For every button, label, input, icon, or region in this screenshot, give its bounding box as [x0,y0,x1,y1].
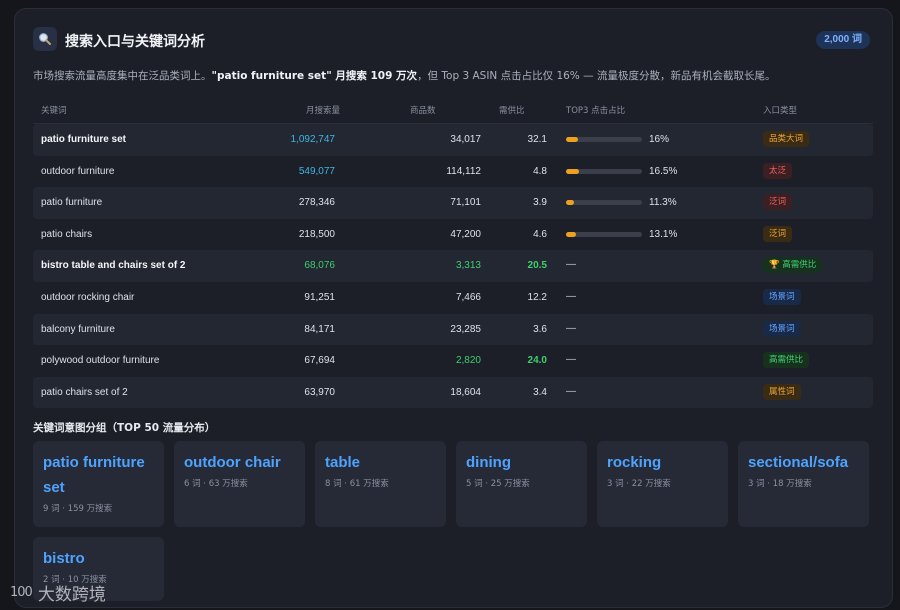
entry-type-tag: 高需供比 [763,352,810,369]
summary-part-1: 市场搜索流量高度集中在泛品类词上。 [33,70,212,82]
keyword-count-badge: 2,000 词 [816,31,870,49]
demand-supply-ratio-cell: 24.0 [527,355,547,367]
watermark-logo-icon: 100 [10,585,33,600]
summary-highlight: "patio furniture set" 月搜索 109 万次 [211,70,418,82]
intent-group-meta: 8 词 · 61 万搜索 [325,479,389,489]
top3-share-empty: — [566,322,576,334]
top3-share-bar-fill [566,200,575,206]
entry-type-tag: 太泛 [763,162,793,179]
demand-supply-ratio-cell: 3.6 [533,323,547,335]
top3-share-bar [566,231,642,237]
demand-supply-ratio-cell: 12.2 [527,291,547,303]
entry-type-tag: 泛词 [763,225,793,242]
watermark-text: 大数跨境 [37,585,106,605]
demand-supply-ratio-cell: 4.6 [533,228,547,240]
intent-group-name: sectional/sofa [748,454,849,471]
entry-type-tag: 场景词 [763,320,801,337]
top3-share-bar [566,200,642,206]
table-body: patio furniture set 1,092,747 34,017 32.1 16… [33,124,873,409]
table-row[interactable]: balcony furniture 84,171 23,285 3.6— 场景词 [33,313,873,346]
top3-share-bar-fill [566,231,576,237]
table-row[interactable]: outdoor furniture 549,077 114,112 4.8 16.5% 太… [33,156,873,188]
table-header: 关键词 月搜索量 商品数 需供比 TOP3 点击占比 入口类型 [33,99,873,124]
col-entry-type[interactable]: 入口类型 [763,104,797,116]
table-row[interactable]: polywood outdoor furniture 67,694 2,820 24.… [33,345,873,377]
magnifier-icon [33,27,57,51]
intent-group-name: bistro [43,550,85,567]
card-header: 搜索入口与关键词分析 2,000 词 [33,27,870,55]
top3-share-bar-fill [566,137,579,142]
intent-group-name: dining [466,454,511,471]
entry-type-tag: 🏆 高需供比 [763,257,823,274]
top3-share-empty: — [566,290,576,302]
col-volume[interactable]: 月搜索量 [306,104,340,116]
top3-share-empty: — [566,259,576,271]
summary-text: 市场搜索流量高度集中在泛品类词上。"patio furniture set" 月… [33,68,872,83]
table-row[interactable]: patio furniture set 1,092,747 34,017 32.1 16… [33,124,873,156]
watermark: 100 大数跨境 [10,580,106,605]
groups-section-title: 关键词意图分组（TOP 50 流量分布） [33,422,216,434]
intent-group-card[interactable]: rocking 3 词 · 22 万搜索 [597,441,728,527]
col-keyword[interactable]: 关键词 [41,104,67,116]
col-top3[interactable]: TOP3 点击占比 [566,104,625,116]
card-title: 搜索入口与关键词分析 [65,34,205,50]
top3-share-label: 16.5% [649,165,678,177]
top3-share-bar-fill [566,168,579,174]
demand-supply-ratio-cell: 3.9 [533,197,547,209]
col-ratio[interactable]: 需供比 [499,104,525,116]
table-row[interactable]: patio chairs set of 2 63,970 18,604 3.4— 属性词 [33,376,873,409]
demand-supply-ratio-cell: 32.1 [527,134,547,145]
intent-group-meta: 3 词 · 22 万搜索 [607,479,671,489]
intent-group-card[interactable]: patio furniture set 9 词 · 159 万搜索 [33,441,164,527]
top3-share-bar [566,168,642,174]
intent-group-card[interactable]: table 8 词 · 61 万搜索 [315,441,446,527]
demand-supply-ratio-cell: 4.8 [533,165,547,177]
entry-type-tag: 泛词 [763,194,793,211]
entry-type-tag: 品类大词 [763,131,810,147]
intent-group-name: table [325,454,361,471]
intent-group-meta: 9 词 · 159 万搜索 [43,504,113,514]
top3-share-bar [566,137,642,142]
keyword-table: 关键词 月搜索量 商品数 需供比 TOP3 点击占比 入口类型 patio fu… [33,99,873,409]
table-row[interactable]: outdoor rocking chair 91,251 7,466 12.2— 场景词 [33,282,873,314]
top3-share-label: 13.1% [649,228,678,240]
intent-group-card[interactable]: outdoor chair 6 词 · 63 万搜索 [174,441,305,527]
intent-group-name: patio furniture set [43,454,145,496]
intent-group-name: outdoor chair [184,454,281,471]
top3-share-empty: — [566,385,576,397]
top3-share-empty: — [566,354,576,366]
col-products[interactable]: 商品数 [410,104,436,116]
demand-supply-ratio-cell: 3.4 [533,386,547,398]
keyword-analysis-card: 搜索入口与关键词分析 2,000 词 市场搜索流量高度集中在泛品类词上。"pat… [14,8,893,608]
demand-supply-ratio-cell: 20.5 [527,260,547,272]
intent-group-card[interactable]: dining 5 词 · 25 万搜索 [456,441,587,527]
intent-group-name: rocking [607,454,662,471]
summary-part-2: ，但 Top 3 ASIN 点击占比仅 16% — 流量极度分散，新品有机会截取… [417,70,776,82]
table-row[interactable]: bistro table and chairs set of 2 68,076 3,… [33,250,873,282]
intent-group-meta: 3 词 · 18 万搜索 [748,479,812,489]
intent-group-meta: 6 词 · 63 万搜索 [184,479,248,489]
table-row[interactable]: patio furniture 278,346 71,101 3.9 11.3% 泛词 [33,187,873,219]
table-row[interactable]: patio chairs 218,500 47,200 4.6 13.1% 泛词 [33,219,873,251]
entry-type-tag: 属性词 [763,383,801,400]
intent-group-card[interactable]: sectional/sofa 3 词 · 18 万搜索 [738,441,869,527]
entry-type-tag: 场景词 [763,288,801,305]
top3-share-label: 16% [649,134,670,145]
top3-share-label: 11.3% [649,197,677,209]
intent-group-meta: 5 词 · 25 万搜索 [466,479,530,489]
